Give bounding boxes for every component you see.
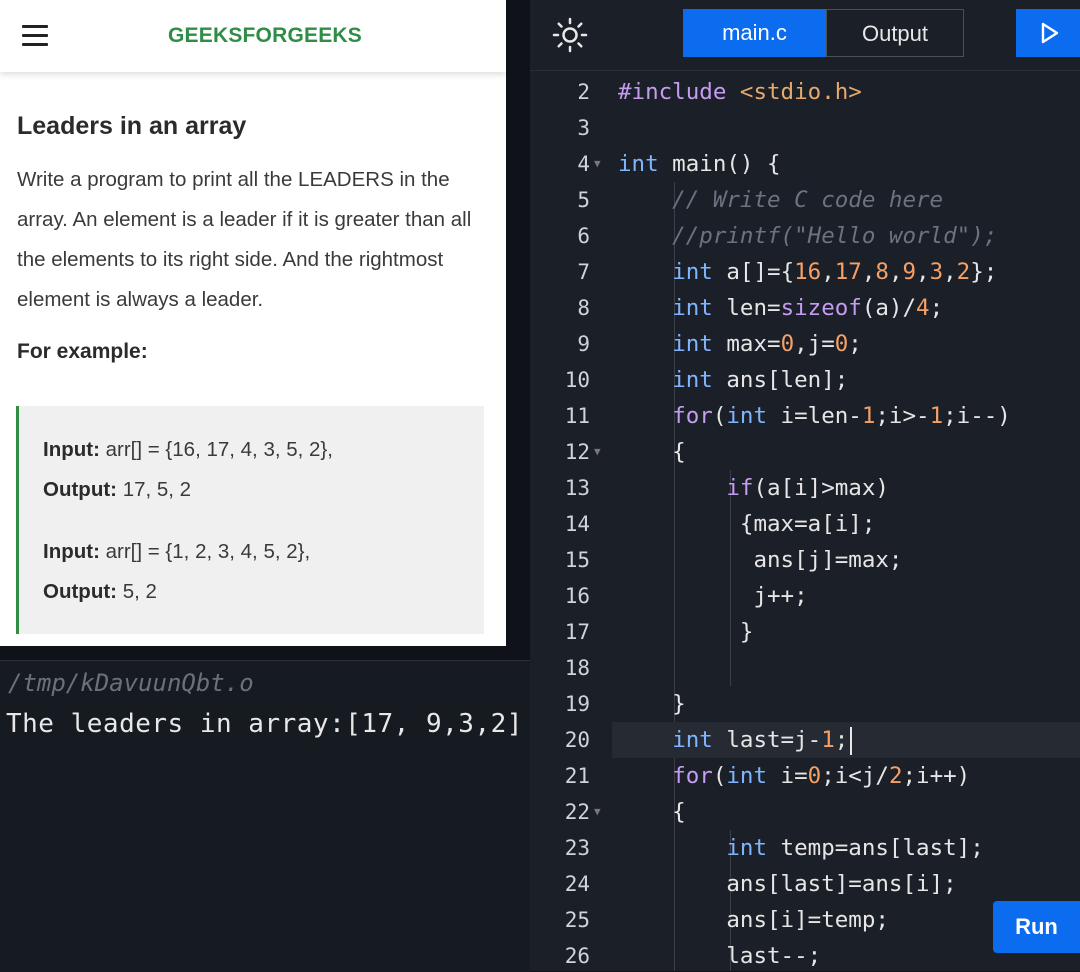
line-number: 16: [564, 584, 590, 608]
line-number: 4: [577, 152, 590, 176]
article-title: Leaders in an array: [17, 112, 247, 140]
terminal-binary-path: /tmp/kDavuunQbt.o: [8, 669, 254, 697]
code-line: 8 int len=sizeof(a)/4;: [530, 290, 1080, 326]
line-number: 18: [564, 656, 590, 680]
code-line: 3: [530, 110, 1080, 146]
code-line: 9 int max=0,j=0;: [530, 326, 1080, 362]
output-value: 17, 5, 2: [117, 478, 192, 501]
play-button[interactable]: [1016, 9, 1080, 57]
code-line-current: 20 int last=j-1;: [530, 722, 1080, 758]
code-line: 13 if(a[i]>max): [530, 470, 1080, 506]
play-icon: [1041, 22, 1059, 44]
code-editor: main.c Output 2 #include <stdio.h> 3 4 ▼ in…: [530, 0, 1080, 971]
code-line: 15 ans[j]=max;: [530, 542, 1080, 578]
input-label: Input:: [43, 540, 100, 563]
line-number: 22: [564, 800, 590, 824]
line-number: 3: [577, 116, 590, 140]
line-number: 26: [564, 944, 590, 968]
output-value: 5, 2: [117, 580, 157, 603]
site-header: GEEKSFORGEEKS: [0, 0, 506, 72]
example-2-output: Output: 5, 2: [43, 572, 484, 612]
fold-chevron-icon: ▼: [594, 445, 601, 458]
hamburger-menu-icon[interactable]: [22, 24, 50, 48]
code-line: 7 int a[]={16,17,8,9,3,2};: [530, 254, 1080, 290]
line-number: 12: [564, 440, 590, 464]
output-terminal: /tmp/kDavuunQbt.o The leaders in array:[…: [0, 660, 530, 972]
output-label: Output:: [43, 478, 117, 501]
fold-chevron-icon: ▼: [594, 805, 601, 818]
terminal-output-line: The leaders in array:[17, 9,3,2]: [6, 709, 523, 739]
code-line: 14 {max=a[i];: [530, 506, 1080, 542]
code-line: 12 ▼ {: [530, 434, 1080, 470]
code-line: 5 // Write C code here: [530, 182, 1080, 218]
line-number: 15: [564, 548, 590, 572]
code-line: 17 }: [530, 614, 1080, 650]
line-number: 19: [564, 692, 590, 716]
fold-chevron-icon: ▼: [594, 157, 601, 170]
code-line: 24 ans[last]=ans[i];: [530, 866, 1080, 902]
line-number: 11: [564, 404, 590, 428]
code-line: 16 j++;: [530, 578, 1080, 614]
editor-toolbar: main.c Output: [530, 0, 1080, 71]
input-value: arr[] = {16, 17, 4, 3, 5, 2},: [99, 438, 333, 461]
line-number: 2: [577, 80, 590, 104]
text-caret: [850, 726, 853, 755]
line-number: 17: [564, 620, 590, 644]
line-number: 13: [564, 476, 590, 500]
example-heading: For example:: [17, 340, 148, 363]
site-logo-text[interactable]: GEEKSFORGEEKS: [168, 24, 362, 48]
line-number: 7: [577, 260, 590, 284]
code-line: 10 int ans[len];: [530, 362, 1080, 398]
article-description: Write a program to print all the LEADERS…: [17, 168, 472, 311]
line-number: 20: [564, 728, 590, 752]
example-1-output: Output: 17, 5, 2: [43, 470, 484, 510]
article-content: Leaders in an array Write a program to p…: [0, 110, 506, 364]
sun-icon[interactable]: [552, 17, 588, 53]
example-1-input: Input: arr[] = {16, 17, 4, 3, 5, 2},: [43, 430, 484, 470]
run-button[interactable]: Run: [993, 901, 1080, 953]
code-line: 18: [530, 650, 1080, 686]
line-number: 24: [564, 872, 590, 896]
input-value: arr[] = {1, 2, 3, 4, 5, 2},: [99, 540, 311, 563]
code-area[interactable]: 2 #include <stdio.h> 3 4 ▼ int main() { 5 /…: [530, 74, 1080, 971]
line-number: 6: [577, 224, 590, 248]
code-line: 22 ▼ {: [530, 794, 1080, 830]
tab-main-c[interactable]: main.c: [683, 9, 826, 57]
code-line: 11 for(int i=len-1;i>-1;i--): [530, 398, 1080, 434]
line-number: 21: [564, 764, 590, 788]
code-line: 21 for(int i=0;i<j/2;i++): [530, 758, 1080, 794]
input-label: Input:: [43, 438, 100, 461]
line-number: 10: [564, 368, 590, 392]
line-number: 14: [564, 512, 590, 536]
output-label: Output:: [43, 580, 117, 603]
code-line: 2 #include <stdio.h>: [530, 74, 1080, 110]
line-number: 23: [564, 836, 590, 860]
code-line: 23 int temp=ans[last];: [530, 830, 1080, 866]
example-box: Input: arr[] = {16, 17, 4, 3, 5, 2}, Out…: [16, 406, 484, 634]
code-line: 4 ▼ int main() {: [530, 146, 1080, 182]
line-number: 8: [577, 296, 590, 320]
line-number: 9: [577, 332, 590, 356]
tab-output[interactable]: Output: [826, 9, 964, 57]
code-line: 19 }: [530, 686, 1080, 722]
example-2-input: Input: arr[] = {1, 2, 3, 4, 5, 2},: [43, 532, 484, 572]
code-line: 6 //printf("Hello world");: [530, 218, 1080, 254]
line-number: 25: [564, 908, 590, 932]
article-panel: GEEKSFORGEEKS Leaders in an array Write …: [0, 0, 506, 646]
line-number: 5: [577, 188, 590, 212]
